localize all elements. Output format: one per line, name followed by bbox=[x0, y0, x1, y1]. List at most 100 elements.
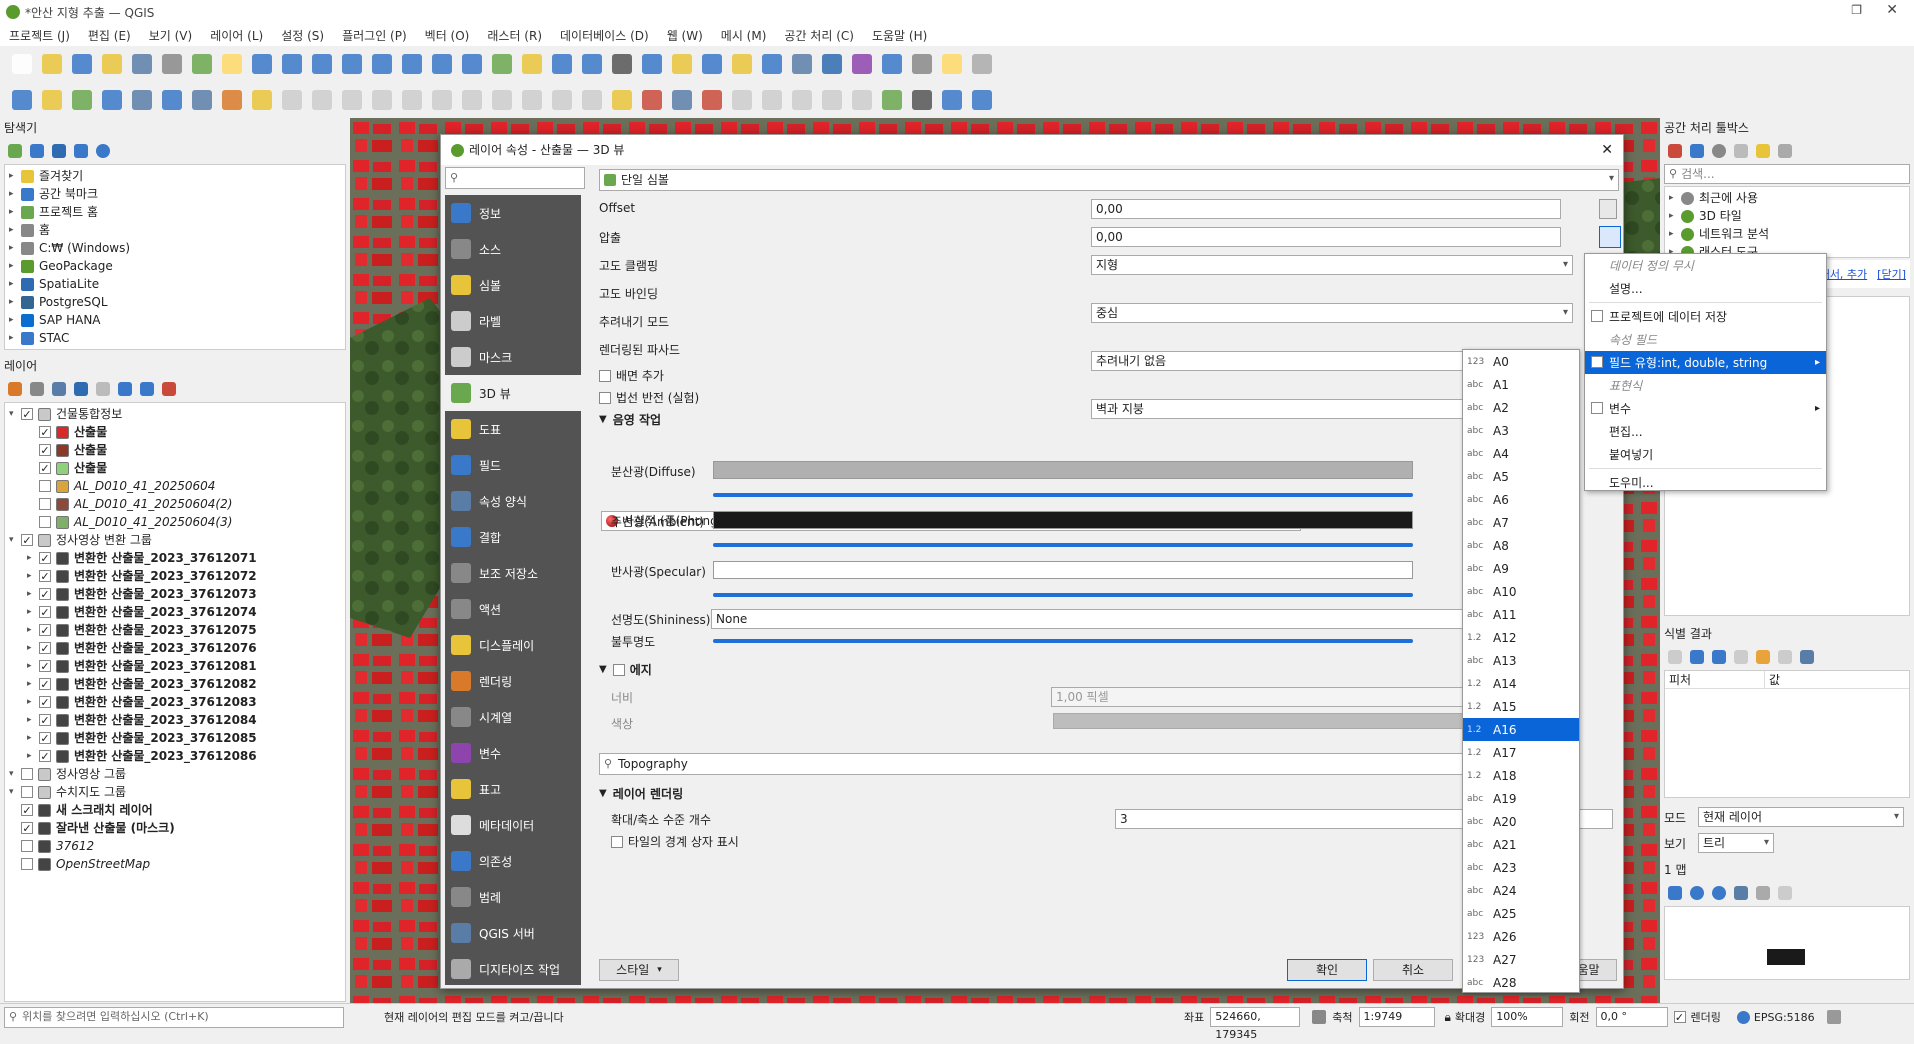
measure-icon[interactable] bbox=[912, 54, 932, 74]
zoom-selection-icon[interactable] bbox=[372, 54, 392, 74]
layer-visibility-checkbox[interactable] bbox=[39, 570, 51, 582]
browser-item[interactable]: ▸ STAC bbox=[5, 329, 345, 347]
sidebar-item[interactable]: 결합 bbox=[445, 519, 581, 555]
processing-close-link[interactable]: [닫기] bbox=[1877, 266, 1906, 282]
save-as-icon[interactable] bbox=[102, 54, 122, 74]
field-list-item[interactable]: 1.2 A15 bbox=[1463, 695, 1579, 718]
zoom-last-icon[interactable] bbox=[462, 54, 482, 74]
zoom-native-icon[interactable] bbox=[432, 54, 452, 74]
add-group-icon[interactable] bbox=[30, 382, 44, 396]
sidebar-item[interactable]: 메타데이터 bbox=[445, 807, 581, 843]
diagram-icon[interactable] bbox=[642, 90, 662, 110]
layer-visibility-checkbox[interactable] bbox=[39, 498, 51, 510]
layer-render-section[interactable]: ▼ 레이어 렌더링 bbox=[599, 785, 683, 802]
layer-visibility-checkbox[interactable] bbox=[39, 516, 51, 528]
show-hide-label-icon[interactable] bbox=[822, 90, 842, 110]
processing-item[interactable]: ▸ 네트워크 분석 bbox=[1665, 225, 1909, 243]
help-icon[interactable] bbox=[972, 90, 992, 110]
locator-field[interactable]: ⚲ 위치를 찾으려면 입력하십시오 (Ctrl+K) bbox=[4, 1006, 344, 1028]
expand-arrow-icon[interactable]: ▸ bbox=[27, 603, 39, 621]
menu-item[interactable]: 메시 (M) bbox=[721, 27, 767, 44]
style-manager-icon[interactable] bbox=[192, 54, 212, 74]
layer-visibility-checkbox[interactable] bbox=[21, 786, 33, 798]
menu-checkbox[interactable] bbox=[1591, 402, 1603, 414]
cancel-button[interactable]: 취소 bbox=[1373, 959, 1453, 981]
expand-arrow-icon[interactable]: ▸ bbox=[9, 239, 21, 257]
field-list-item[interactable]: abc A19 bbox=[1463, 787, 1579, 810]
menu-checkbox[interactable] bbox=[1591, 356, 1603, 368]
shininess-input[interactable]: None bbox=[711, 609, 1571, 629]
vertex-tool-icon[interactable] bbox=[342, 90, 362, 110]
layer-item[interactable]: 산출물 bbox=[5, 423, 345, 441]
expand-arrow-icon[interactable]: ▸ bbox=[9, 257, 21, 275]
expand-arrow-icon[interactable]: ▸ bbox=[1669, 189, 1681, 207]
layer-item[interactable]: ▸ 변환한 산출물_2023_37612082 bbox=[5, 675, 345, 693]
zoom-layer-icon[interactable] bbox=[402, 54, 422, 74]
collapse-all-icon[interactable] bbox=[74, 144, 88, 158]
tile-bbox-checkbox[interactable]: 타일의 경계 상자 표시 bbox=[611, 833, 739, 850]
layer-item[interactable]: ▸ 변환한 산출물_2023_37612081 bbox=[5, 657, 345, 675]
field-list-item[interactable]: 1.2 A17 bbox=[1463, 741, 1579, 764]
expand-arrow-icon[interactable]: ▸ bbox=[9, 221, 21, 239]
menu-item[interactable]: 벡터 (O) bbox=[425, 27, 470, 44]
rotate-label-icon[interactable] bbox=[762, 90, 782, 110]
change-label-icon[interactable] bbox=[792, 90, 812, 110]
remove-layer-icon[interactable] bbox=[162, 382, 176, 396]
messages-icon[interactable] bbox=[1826, 1010, 1841, 1024]
context-menu-item[interactable]: 편집... bbox=[1585, 420, 1826, 443]
field-list-item[interactable]: abc A20 bbox=[1463, 810, 1579, 833]
layer-item[interactable]: ▸ 변환한 산출물_2023_37612074 bbox=[5, 603, 345, 621]
coord-field[interactable]: 524660, 179345 bbox=[1210, 1007, 1301, 1041]
edges-section[interactable]: ▼ 에지 bbox=[599, 661, 652, 678]
select-features-icon[interactable] bbox=[672, 54, 692, 74]
layer-visibility-checkbox[interactable] bbox=[39, 480, 51, 492]
browser-item[interactable]: ▸ SAP HANA bbox=[5, 311, 345, 329]
layer-visibility-checkbox[interactable] bbox=[39, 588, 51, 600]
layer-item[interactable]: 산출물 bbox=[5, 441, 345, 459]
field-list-item[interactable]: abc A13 bbox=[1463, 649, 1579, 672]
invert-normals-check[interactable] bbox=[599, 391, 611, 404]
layer-item[interactable]: AL_D010_41_20250604 bbox=[5, 477, 345, 495]
field-list-item[interactable]: abc A21 bbox=[1463, 833, 1579, 856]
statistics-icon[interactable] bbox=[852, 54, 872, 74]
shading-section[interactable]: ▼ 음영 작업 bbox=[599, 411, 661, 428]
browser-item[interactable]: ▸ PostgreSQL bbox=[5, 293, 345, 311]
field-list-item[interactable]: abc A6 bbox=[1463, 488, 1579, 511]
layer-item[interactable]: ▾ 건물통합정보 bbox=[5, 405, 345, 423]
sidebar-item[interactable]: QGIS 서버 bbox=[445, 915, 581, 951]
cut-icon[interactable] bbox=[432, 90, 452, 110]
clear-icon[interactable] bbox=[1734, 650, 1748, 664]
field-list-item[interactable]: 123 A0 bbox=[1463, 350, 1579, 373]
expand-arrow-icon[interactable]: ▸ bbox=[27, 621, 39, 639]
menu-item[interactable]: 보기 (V) bbox=[149, 27, 192, 44]
copy-features-icon[interactable] bbox=[462, 90, 482, 110]
rotation-field[interactable]: 0,0 ° bbox=[1595, 1007, 1668, 1027]
zoom-in-icon[interactable] bbox=[282, 54, 302, 74]
clamp-select[interactable]: 지형 bbox=[1091, 255, 1573, 275]
lock-icon[interactable]: 🔒︎ bbox=[1445, 1010, 1451, 1025]
layer-visibility-checkbox[interactable] bbox=[39, 660, 51, 672]
edges-check[interactable] bbox=[612, 663, 625, 676]
expand-arrow-icon[interactable]: ▸ bbox=[9, 203, 21, 221]
field-list-item[interactable]: abc A25 bbox=[1463, 902, 1579, 925]
menu-item[interactable]: 편집 (E) bbox=[88, 27, 131, 44]
models-icon[interactable] bbox=[1668, 144, 1682, 158]
ok-button[interactable]: 확인 bbox=[1287, 959, 1367, 981]
layer-item[interactable]: ▸ 변환한 산출물_2023_37612071 bbox=[5, 549, 345, 567]
render-checkbox[interactable] bbox=[1673, 1011, 1686, 1023]
expand-arrow-icon[interactable]: ▸ bbox=[9, 275, 21, 293]
crs-globe-icon[interactable] bbox=[1736, 1010, 1750, 1024]
sidebar-item[interactable]: 보조 저장소 bbox=[445, 555, 581, 591]
expand-arrow-icon[interactable]: ▸ bbox=[27, 567, 39, 585]
layer-visibility-checkbox[interactable] bbox=[39, 552, 51, 564]
deselect-icon[interactable] bbox=[732, 54, 752, 74]
expand-arrow-icon[interactable]: ▸ bbox=[9, 293, 21, 311]
field-list-item[interactable]: abc A4 bbox=[1463, 442, 1579, 465]
expand-arrow-icon[interactable]: ▾ bbox=[9, 531, 21, 549]
browser-item[interactable]: ▸ 프로젝트 홈 bbox=[5, 203, 345, 221]
show-bookmarks-icon[interactable] bbox=[582, 54, 602, 74]
field-list-item[interactable]: abc A23 bbox=[1463, 856, 1579, 879]
data-source-manager-icon[interactable] bbox=[12, 90, 32, 110]
save-project-icon[interactable] bbox=[72, 54, 92, 74]
scripts-icon[interactable] bbox=[1690, 144, 1704, 158]
